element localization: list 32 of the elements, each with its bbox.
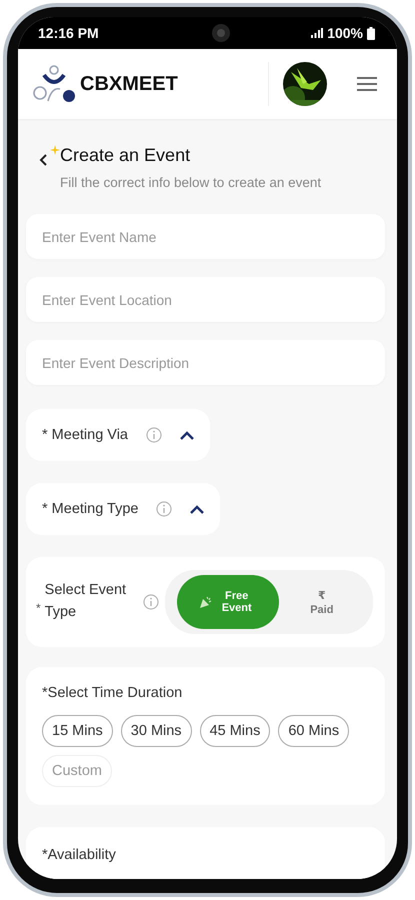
party-popper-icon	[198, 595, 213, 609]
duration-chip[interactable]: 45 Mins	[200, 715, 270, 747]
event-type-option[interactable]: ₹ Paid	[278, 575, 365, 629]
duration-chip[interactable]: 30 Mins	[120, 715, 192, 747]
back-icon[interactable]	[38, 153, 48, 167]
input-field[interactable]: Enter Event Location	[26, 277, 385, 322]
duration-label: *Select Time Duration	[42, 685, 184, 701]
event-type-label: Select Event Type	[44, 581, 128, 622]
battery-percent: 100%	[327, 25, 363, 41]
status-time: 12:16 PM	[38, 25, 100, 41]
input-field[interactable]: Enter Event Description	[26, 340, 385, 385]
required-mark: *	[36, 601, 41, 615]
availability-label: *Availability	[42, 847, 117, 863]
input-field[interactable]: Enter Event Name	[26, 214, 385, 259]
chevron-up-icon[interactable]	[190, 504, 204, 514]
logo-icon	[32, 65, 76, 103]
duration-chip[interactable]: 60 Mins	[278, 715, 350, 747]
page-subtitle: Fill the correct info below to create an event	[60, 175, 322, 190]
duration-chip[interactable]: 15 Mins	[42, 715, 113, 747]
dropdown-label: * Meeting Via	[42, 427, 128, 443]
dropdown-label: * Meeting Type	[42, 501, 138, 517]
dropdown[interactable]: * Meeting Type	[26, 483, 220, 535]
dropdown[interactable]: * Meeting Via	[26, 409, 210, 461]
chevron-up-icon[interactable]	[180, 430, 194, 440]
event-type-option[interactable]: Free Event	[176, 575, 279, 629]
brand-name: CBXMEET	[80, 72, 179, 96]
page-title: Create an Event	[60, 145, 190, 166]
signal-icon	[311, 28, 324, 38]
menu-icon[interactable]	[357, 76, 377, 92]
battery-icon	[367, 26, 375, 40]
sparkle-icon	[50, 145, 60, 155]
camera-icon	[211, 23, 232, 43]
